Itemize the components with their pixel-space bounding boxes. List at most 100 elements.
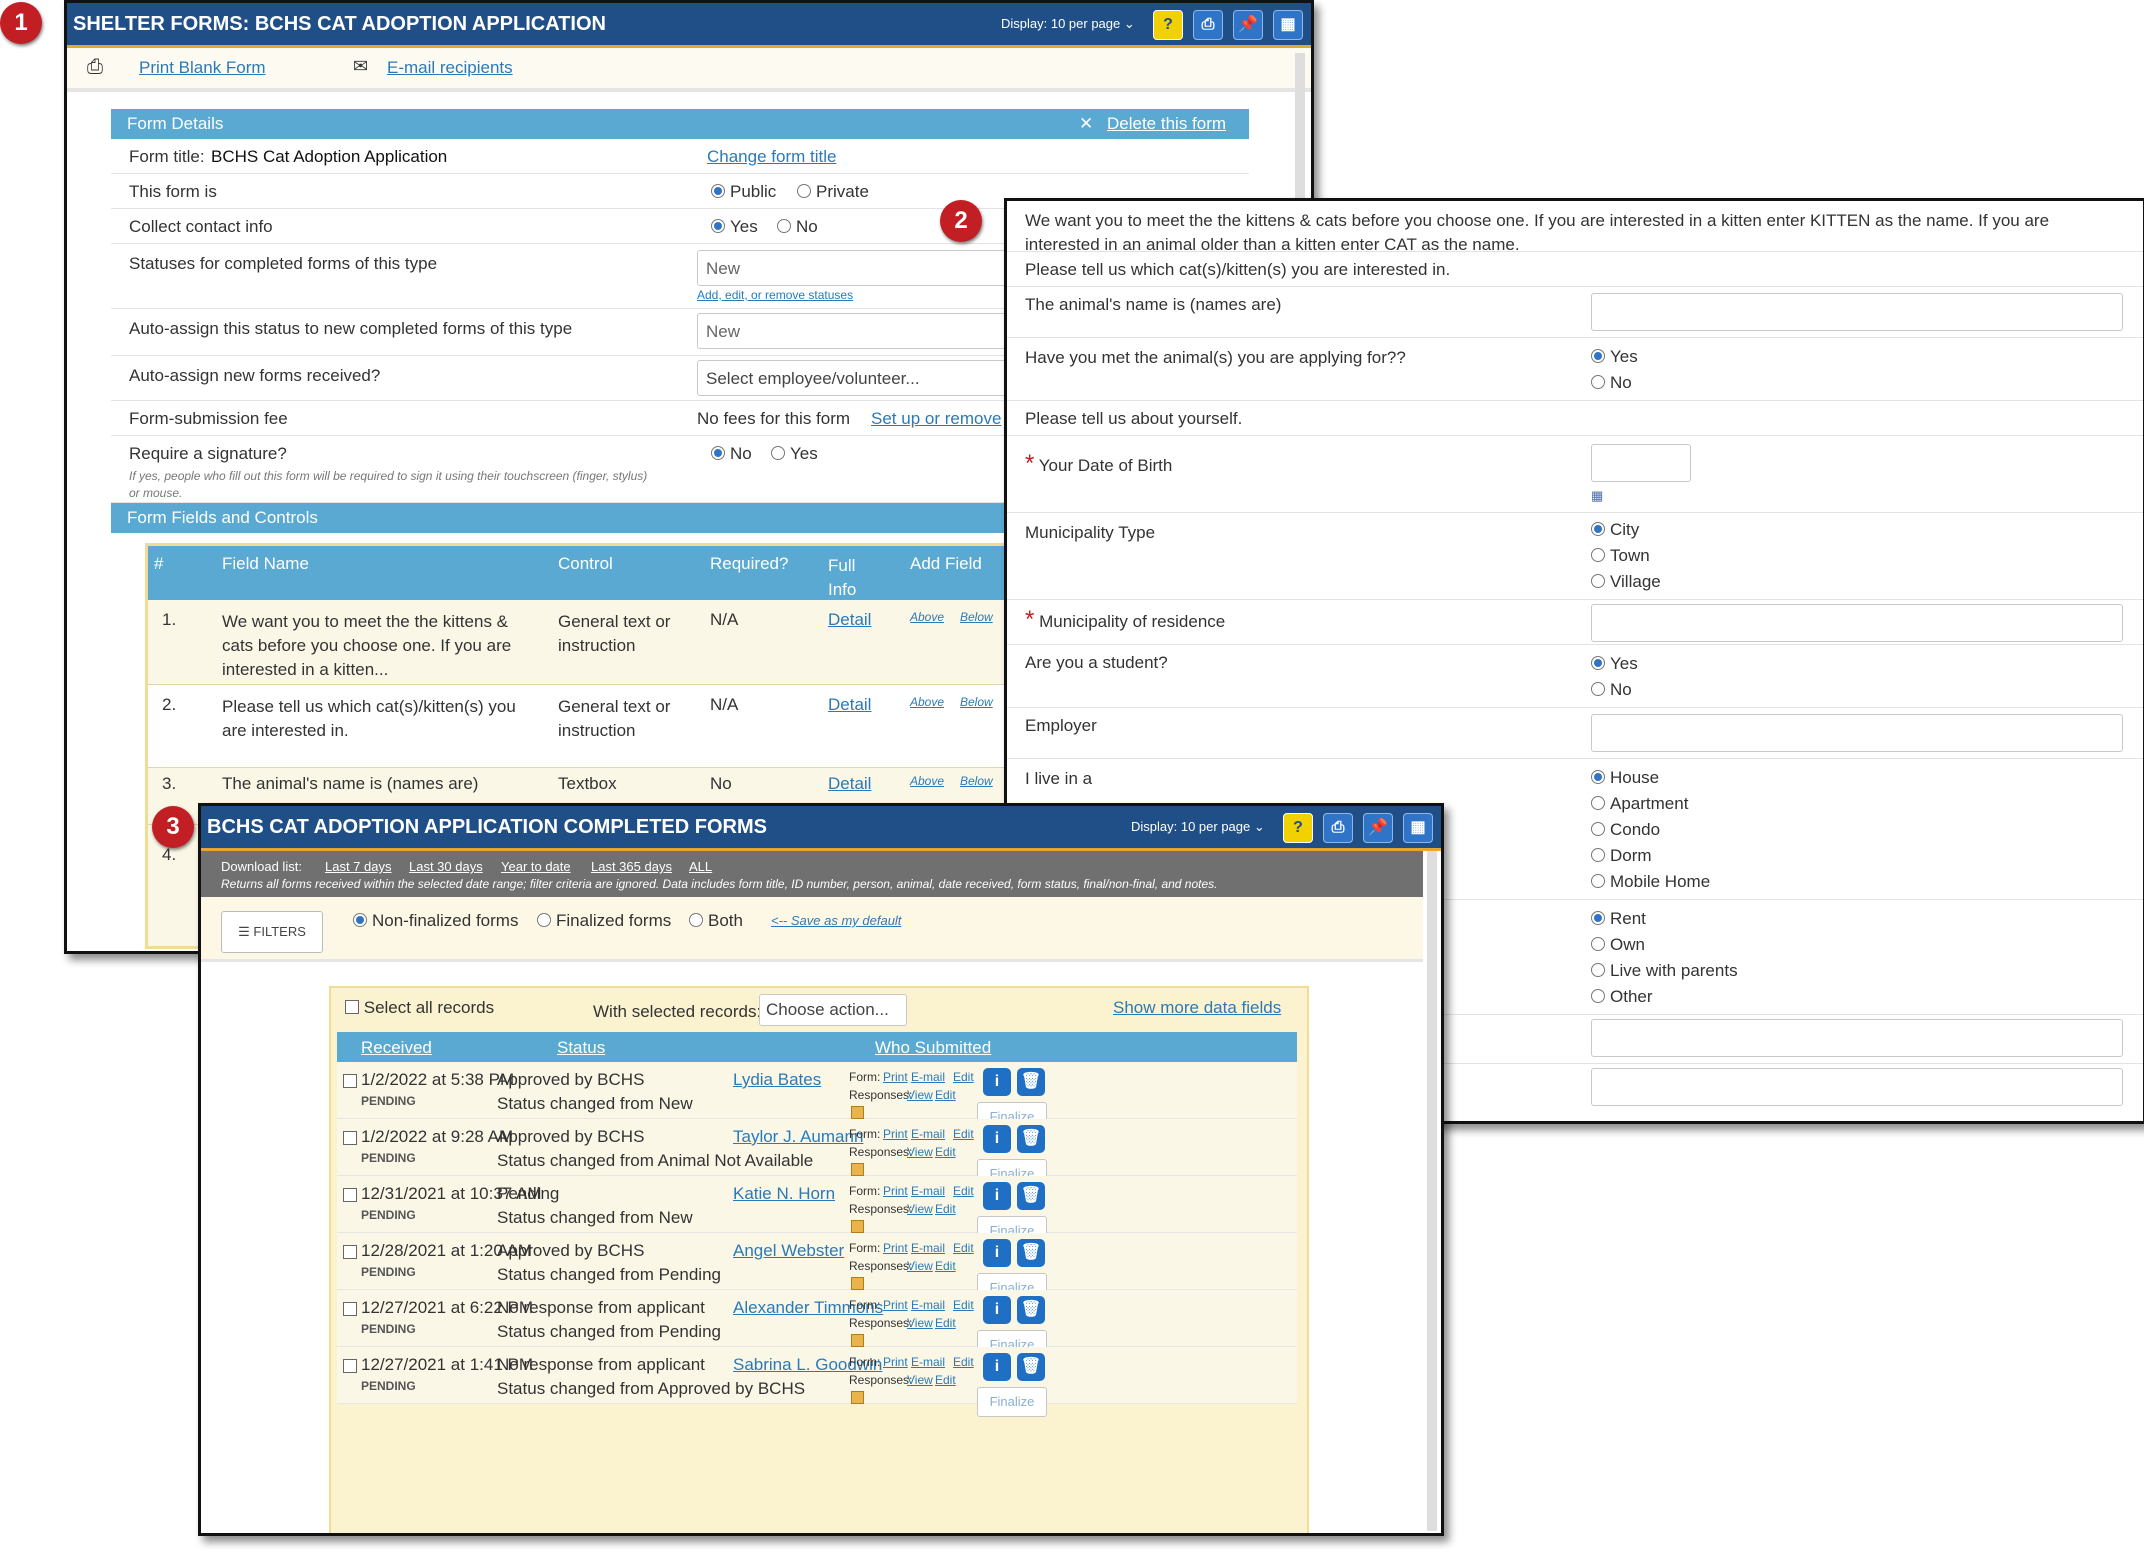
- download-last-7-link[interactable]: Last 7 days: [325, 859, 392, 874]
- contact-yes-radio[interactable]: Yes: [711, 217, 758, 237]
- trash-icon[interactable]: 🗑: [1017, 1239, 1045, 1267]
- calendar-icon[interactable]: ▦: [1591, 488, 1603, 504]
- print-icon[interactable]: ⎙: [1193, 10, 1223, 40]
- responses-edit-link[interactable]: Edit: [935, 1316, 956, 1330]
- live-with-parents-radio[interactable]: Live with parents: [1591, 958, 1738, 984]
- trash-icon[interactable]: 🗑: [1017, 1353, 1045, 1381]
- muni-town-radio[interactable]: Town: [1591, 543, 1661, 569]
- form-edit-link[interactable]: Edit: [953, 1241, 974, 1255]
- form-print-link[interactable]: Print: [883, 1355, 908, 1369]
- responses-edit-link[interactable]: Edit: [935, 1259, 956, 1273]
- finalize-button[interactable]: Finalize: [977, 1387, 1047, 1417]
- help-icon[interactable]: ?: [1283, 813, 1313, 843]
- submitter-link[interactable]: Katie N. Horn: [733, 1184, 835, 1204]
- responses-view-link[interactable]: View: [907, 1202, 933, 1216]
- non-finalized-radio[interactable]: Non-finalized forms: [353, 911, 518, 931]
- private-radio[interactable]: Private: [797, 182, 869, 202]
- form-edit-link[interactable]: Edit: [953, 1127, 974, 1141]
- download-last-365-link[interactable]: Last 365 days: [591, 859, 672, 874]
- choose-action-select[interactable]: Choose action... ⌄: [759, 994, 907, 1049]
- signature-yes-radio[interactable]: Yes: [771, 444, 818, 464]
- responses-view-link[interactable]: View: [907, 1316, 933, 1330]
- record-checkbox[interactable]: [343, 1131, 357, 1145]
- download-last-30-link[interactable]: Last 30 days: [409, 859, 483, 874]
- sort-status-link[interactable]: Status: [557, 1038, 605, 1058]
- record-checkbox[interactable]: [343, 1074, 357, 1088]
- submitter-link[interactable]: Lydia Bates: [733, 1070, 821, 1090]
- responses-edit-link[interactable]: Edit: [935, 1145, 956, 1159]
- show-more-fields-link[interactable]: Show more data fields: [1113, 998, 1281, 1018]
- download-all-link[interactable]: ALL: [689, 859, 712, 874]
- muni-city-radio[interactable]: City: [1591, 517, 1661, 543]
- other-radio[interactable]: Other: [1591, 984, 1738, 1010]
- delete-form-link[interactable]: Delete this form: [1107, 109, 1226, 139]
- employer-input[interactable]: [1591, 714, 2123, 752]
- form-print-link[interactable]: Print: [883, 1298, 908, 1312]
- muni-res-input[interactable]: [1591, 604, 2123, 642]
- select-all-checkbox[interactable]: Select all records: [345, 998, 494, 1018]
- info-icon[interactable]: i: [983, 1182, 1011, 1210]
- detail-link[interactable]: Detail: [828, 610, 871, 630]
- form-email-link[interactable]: E-mail: [911, 1070, 945, 1084]
- filters-button[interactable]: ☰ FILTERS: [221, 911, 323, 953]
- print-icon[interactable]: ⎙: [1323, 813, 1353, 843]
- pin-icon[interactable]: 📌: [1363, 813, 1393, 843]
- student-no-radio[interactable]: No: [1591, 677, 1638, 703]
- form-print-link[interactable]: Print: [883, 1184, 908, 1198]
- submitter-link[interactable]: Taylor J. Aumann: [733, 1127, 863, 1147]
- form-email-link[interactable]: E-mail: [911, 1355, 945, 1369]
- sort-who-link[interactable]: Who Submitted: [875, 1038, 991, 1058]
- signature-no-radio[interactable]: No: [711, 444, 752, 464]
- text-input[interactable]: [1591, 1019, 2123, 1057]
- live-house-radio[interactable]: House: [1591, 765, 1710, 791]
- own-radio[interactable]: Own: [1591, 932, 1738, 958]
- responses-edit-link[interactable]: Edit: [935, 1202, 956, 1216]
- trash-icon[interactable]: 🗑: [1017, 1182, 1045, 1210]
- info-icon[interactable]: i: [983, 1239, 1011, 1267]
- live-mobile-home-radio[interactable]: Mobile Home: [1591, 869, 1710, 895]
- notes-icon[interactable]: [851, 1277, 864, 1290]
- form-print-link[interactable]: Print: [883, 1070, 908, 1084]
- form-print-link[interactable]: Print: [883, 1127, 908, 1141]
- live-dorm-radio[interactable]: Dorm: [1591, 843, 1710, 869]
- finalized-radio[interactable]: Finalized forms: [537, 911, 671, 931]
- submitter-link[interactable]: Angel Webster: [733, 1241, 844, 1261]
- print-blank-form-link[interactable]: Print Blank Form: [139, 58, 266, 78]
- setup-fee-link[interactable]: Set up or remove: [871, 409, 1001, 429]
- save-default-link[interactable]: <-- Save as my default: [771, 913, 901, 928]
- info-icon[interactable]: i: [983, 1296, 1011, 1324]
- notes-icon[interactable]: [851, 1163, 864, 1176]
- sort-received-link[interactable]: Received: [361, 1038, 432, 1058]
- change-form-title-link[interactable]: Change form title: [707, 147, 836, 167]
- animal-name-input[interactable]: [1591, 293, 2123, 331]
- info-icon[interactable]: i: [983, 1068, 1011, 1096]
- dob-input[interactable]: [1591, 444, 1691, 482]
- rent-radio[interactable]: Rent: [1591, 906, 1738, 932]
- record-checkbox[interactable]: [343, 1302, 357, 1316]
- responses-edit-link[interactable]: Edit: [935, 1373, 956, 1387]
- form-email-link[interactable]: E-mail: [911, 1127, 945, 1141]
- notes-icon[interactable]: [851, 1391, 864, 1404]
- muni-village-radio[interactable]: Village: [1591, 569, 1661, 595]
- text-input[interactable]: [1591, 1068, 2123, 1106]
- met-yes-radio[interactable]: Yes: [1591, 344, 1638, 370]
- student-yes-radio[interactable]: Yes: [1591, 651, 1638, 677]
- display-per-page-select[interactable]: Display: 10 per page ⌄: [1001, 3, 1135, 45]
- add-below-link[interactable]: Below: [960, 774, 993, 788]
- scrollbar[interactable]: [1427, 851, 1437, 1531]
- download-ytd-link[interactable]: Year to date: [501, 859, 571, 874]
- form-edit-link[interactable]: Edit: [953, 1070, 974, 1084]
- close-icon[interactable]: ✕: [1079, 109, 1093, 139]
- form-edit-link[interactable]: Edit: [953, 1298, 974, 1312]
- detail-link[interactable]: Detail: [828, 774, 871, 794]
- contact-no-radio[interactable]: No: [777, 217, 818, 237]
- layout-icon[interactable]: ▦: [1403, 813, 1433, 843]
- notes-icon[interactable]: [851, 1220, 864, 1233]
- add-above-link[interactable]: Above: [910, 610, 944, 624]
- responses-view-link[interactable]: View: [907, 1373, 933, 1387]
- public-radio[interactable]: Public: [711, 182, 776, 202]
- layout-icon[interactable]: ▦: [1273, 10, 1303, 40]
- pin-icon[interactable]: 📌: [1233, 10, 1263, 40]
- live-condo-radio[interactable]: Condo: [1591, 817, 1710, 843]
- record-checkbox[interactable]: [343, 1188, 357, 1202]
